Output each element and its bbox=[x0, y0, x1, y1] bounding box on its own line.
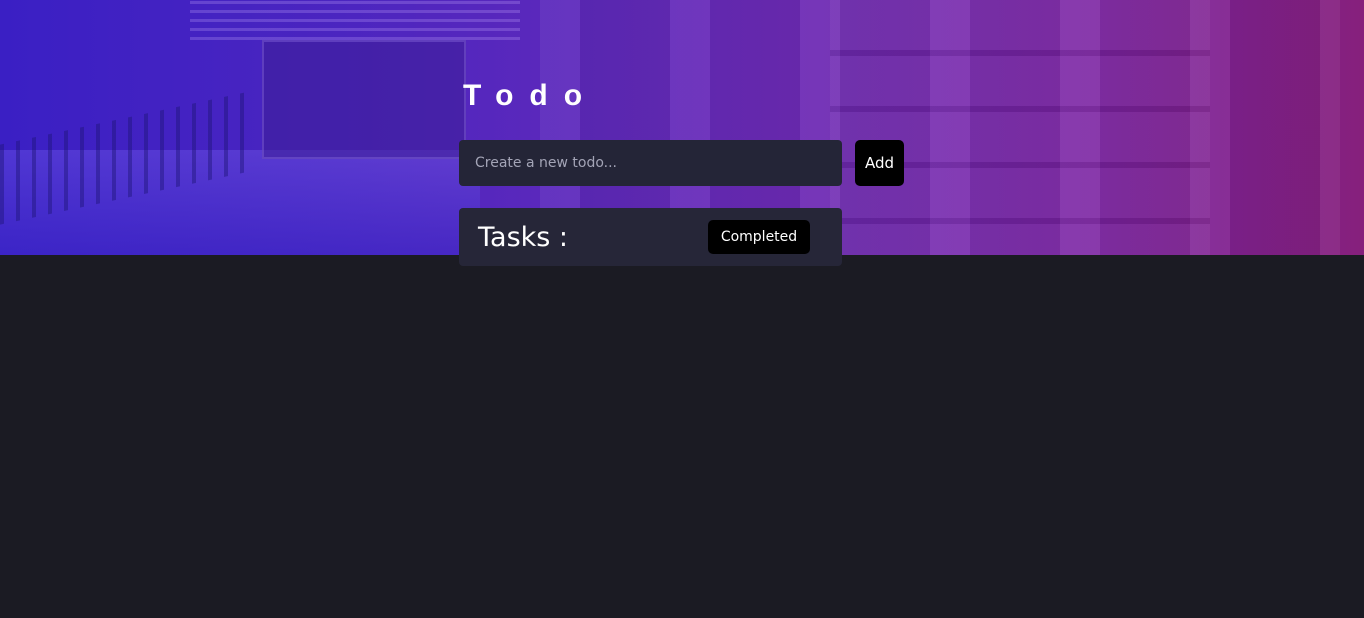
todo-page: Todo Add Tasks : Completed bbox=[0, 0, 1364, 618]
hero-decoration bbox=[262, 40, 466, 159]
tasks-heading: Tasks : bbox=[478, 222, 569, 253]
tasks-panel: Tasks : Completed bbox=[459, 208, 842, 266]
completed-filter-button[interactable]: Completed bbox=[708, 220, 810, 254]
hero-decoration bbox=[830, 0, 1210, 255]
new-todo-input[interactable] bbox=[459, 140, 842, 186]
add-todo-button[interactable]: Add bbox=[855, 140, 904, 186]
app-title: Todo bbox=[463, 79, 599, 112]
hero-decoration bbox=[190, 0, 520, 40]
